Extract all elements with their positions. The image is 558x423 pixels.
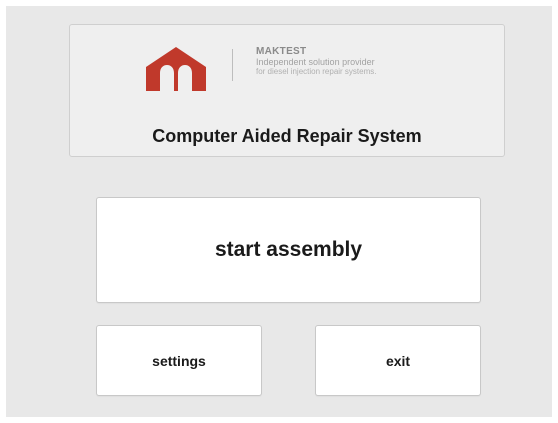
brand-tagline-line1: Independent solution provider (256, 57, 375, 67)
settings-button[interactable]: settings (96, 325, 262, 396)
brand-text: MAKTEST Independent solution provider fo… (256, 47, 476, 76)
main-screen: MAKTEST Independent solution provider fo… (6, 6, 552, 417)
logo-divider (232, 49, 233, 81)
start-assembly-button[interactable]: start assembly (96, 197, 481, 303)
exit-button[interactable]: exit (315, 325, 481, 396)
app-title: Computer Aided Repair System (152, 126, 422, 146)
brand-name: MAKTEST (256, 46, 307, 57)
brand-logo: MAKTEST Independent solution provider fo… (70, 43, 504, 95)
brand-tagline-line2: for diesel injection repair systems. (256, 67, 377, 76)
header-card: MAKTEST Independent solution provider fo… (69, 24, 505, 157)
maktest-logo-icon (146, 47, 206, 91)
